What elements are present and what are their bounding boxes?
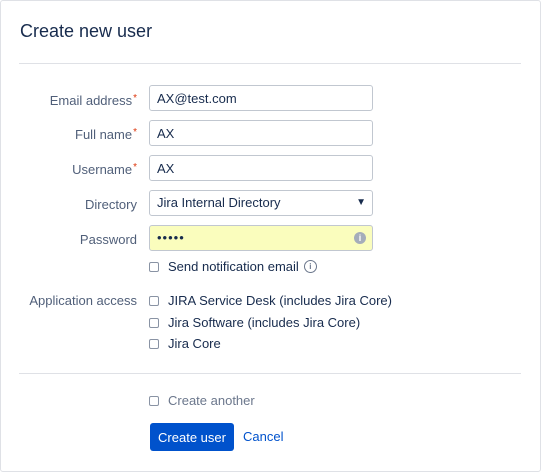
footer-divider — [19, 373, 521, 374]
required-marker: * — [133, 127, 137, 138]
username-field[interactable] — [149, 155, 373, 181]
email-label: Email address* — [1, 93, 137, 108]
send-notification-label: Send notification email — [168, 259, 299, 274]
create-user-dialog: Create new user Email address* Full name… — [0, 0, 541, 472]
application-access-label: Application access — [29, 293, 137, 308]
service-desk-checkbox[interactable] — [149, 295, 159, 306]
header-divider — [19, 63, 521, 64]
app-access-option: Jira Core — [149, 336, 221, 351]
username-label: Username* — [1, 162, 137, 177]
create-user-button[interactable]: Create user — [150, 423, 234, 451]
directory-label: Directory — [84, 197, 137, 212]
create-another-checkbox[interactable] — [149, 395, 159, 406]
password-manager-icon[interactable]: i — [354, 232, 366, 244]
fullname-label: Full name* — [1, 127, 137, 142]
required-marker: * — [133, 93, 137, 104]
jira-core-checkbox[interactable] — [149, 338, 159, 349]
create-another-label: Create another — [168, 393, 255, 408]
dialog-title: Create new user — [20, 21, 153, 41]
cancel-link[interactable]: Cancel — [243, 429, 283, 444]
email-label-text: Email address — [49, 93, 133, 108]
jira-software-checkbox[interactable] — [149, 317, 159, 328]
send-notification-row: Send notification email i — [149, 259, 317, 274]
app-access-option: Jira Software (includes Jira Core) — [149, 315, 360, 330]
chevron-down-icon: ▼ — [356, 197, 366, 208]
jira-core-label: Jira Core — [168, 336, 221, 351]
app-access-option: JIRA Service Desk (includes Jira Core) — [149, 293, 392, 308]
password-field[interactable]: ••••• i — [149, 225, 373, 251]
fullname-label-text: Full name — [75, 127, 133, 142]
jira-software-label: Jira Software (includes Jira Core) — [168, 315, 361, 330]
create-another-row: Create another — [149, 393, 255, 408]
info-icon[interactable]: i — [303, 260, 317, 273]
service-desk-label: JIRA Service Desk (includes Jira Core) — [168, 293, 392, 308]
password-masked-value: ••••• — [157, 230, 185, 245]
required-marker: * — [133, 162, 137, 173]
email-field[interactable] — [149, 85, 373, 111]
password-label: Password — [79, 232, 137, 247]
username-label-text: Username — [72, 162, 133, 177]
directory-selected-value: Jira Internal Directory — [157, 195, 281, 210]
directory-select[interactable]: Jira Internal Directory ▼ — [149, 190, 373, 216]
fullname-field[interactable] — [149, 120, 373, 146]
send-notification-checkbox[interactable] — [149, 261, 159, 272]
